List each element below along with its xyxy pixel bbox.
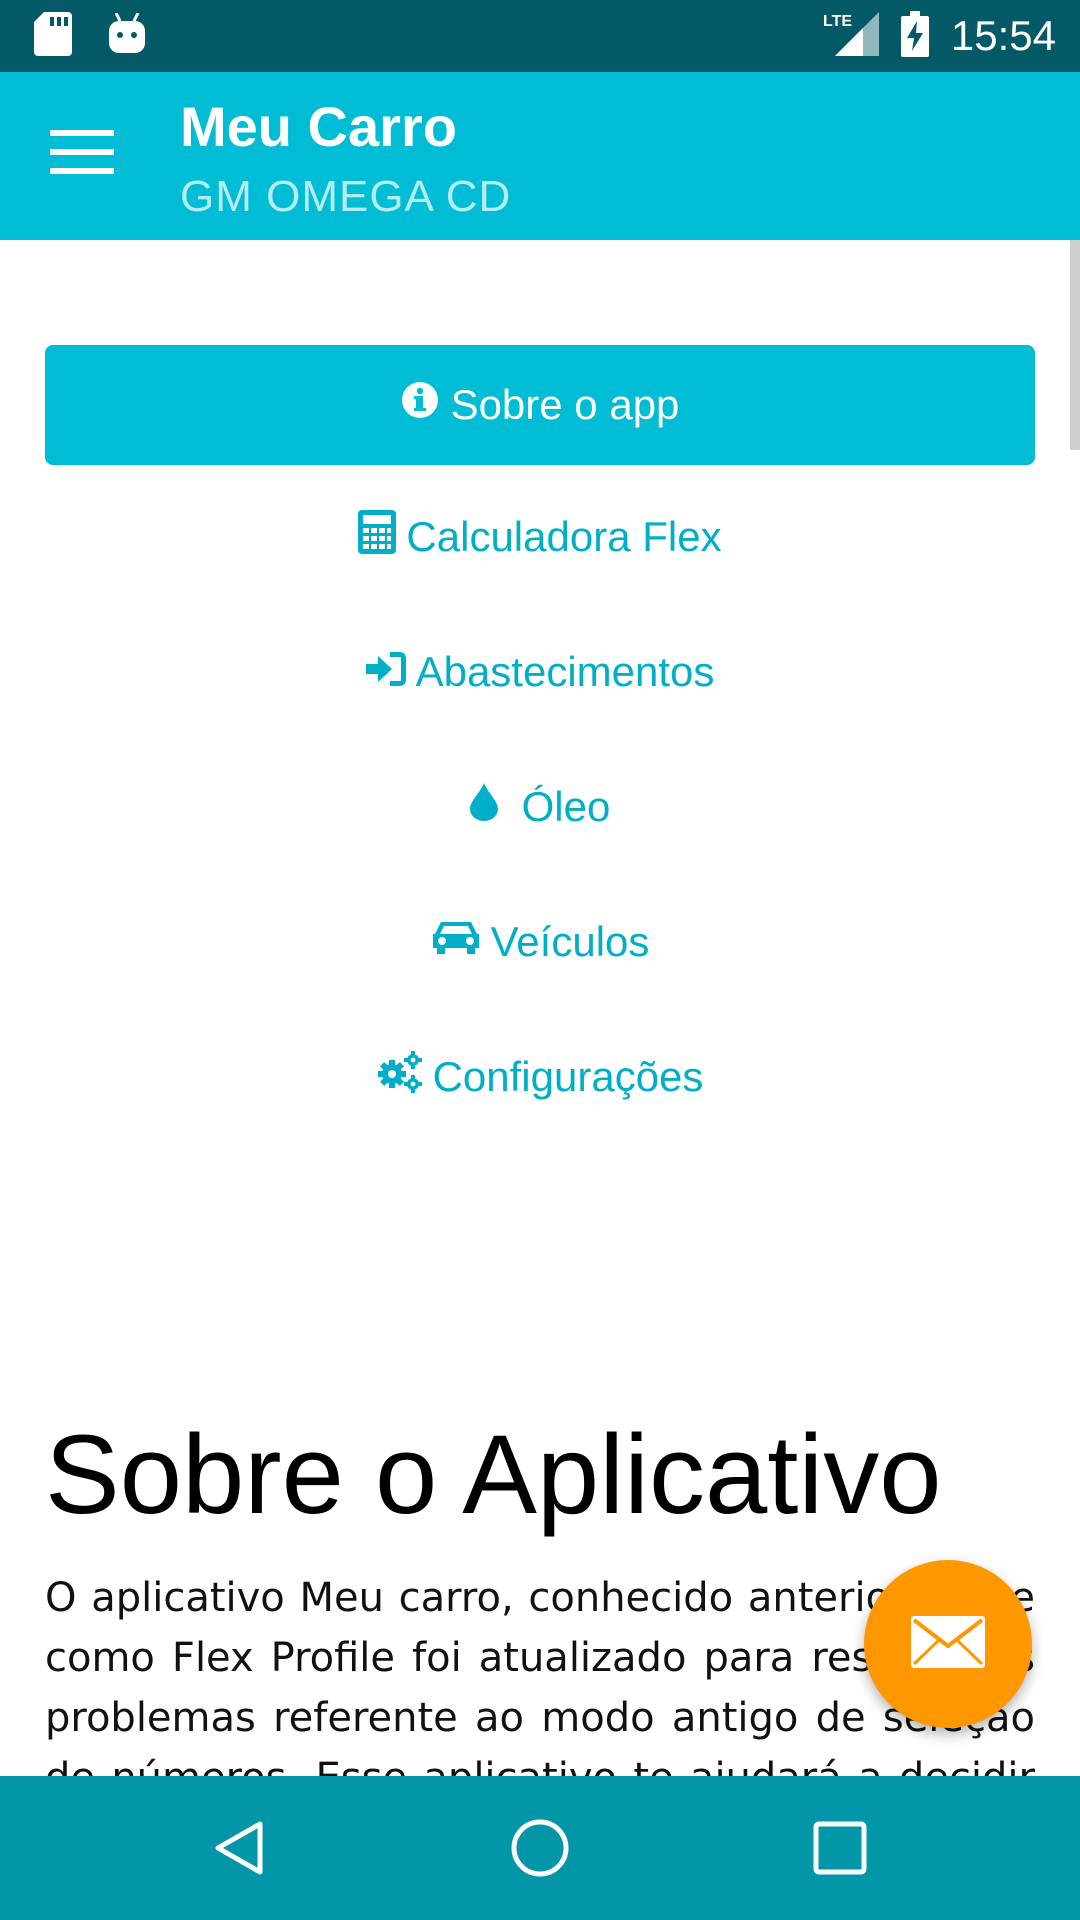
navigation-bar [0,1776,1080,1920]
sign-in-icon [365,648,406,696]
link-label: Veículos [490,918,650,965]
info-circle-icon [401,381,439,429]
email-fab-button[interactable] [864,1560,1032,1728]
link-veiculos[interactable]: Veículos [0,902,1080,982]
link-configuracoes[interactable]: Configurações [0,1037,1080,1117]
clock: 15:54 [950,12,1056,59]
link-label: Configurações [432,1053,704,1100]
hamburger-menu-icon[interactable] [50,130,114,182]
back-icon[interactable] [210,1818,270,1878]
link-label: Abastecimentos [415,648,715,695]
car-icon [431,918,481,966]
link-label: Calculadora Flex [406,513,722,560]
app-subtitle: GM OMEGA CD [180,172,512,221]
android-icon [108,12,146,60]
about-app-button-label: Sobre o app [450,381,680,428]
home-icon[interactable] [510,1818,570,1878]
app-bar: Meu Carro GM OMEGA CD [0,72,1080,240]
sd-card-icon [34,12,72,61]
scrollbar[interactable] [1070,240,1080,450]
about-heading: Sobre o Aplicativo [45,1412,942,1537]
link-abastecimentos[interactable]: Abastecimentos [0,632,1080,712]
link-calculadora-flex[interactable]: Calculadora Flex [0,497,1080,577]
svg-text:LTE: LTE [823,13,852,30]
app-title: Meu Carro [180,95,457,158]
battery-charging-icon [900,10,929,62]
link-oleo[interactable]: Óleo [0,767,1080,847]
status-bar: LTE 15:54 [0,0,1080,72]
calculator-icon [358,510,397,564]
drop-icon [469,783,498,831]
envelope-icon [911,1615,985,1673]
lte-signal-icon: LTE [823,11,879,61]
gears-icon [377,1050,423,1104]
about-app-button[interactable]: Sobre o app [45,345,1035,465]
recents-icon[interactable] [810,1818,870,1878]
link-label: Óleo [521,783,611,830]
